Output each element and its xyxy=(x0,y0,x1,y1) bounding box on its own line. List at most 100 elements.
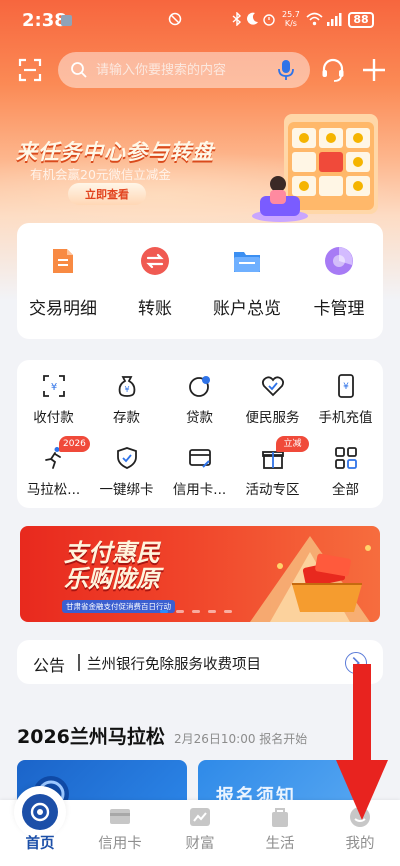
notice-bar[interactable]: 公告 兰州银行免除服务收费项目 xyxy=(17,640,383,684)
svg-text:¥: ¥ xyxy=(51,382,57,393)
quick-actions-card: 交易明细 转账 账户总览 卡管理 xyxy=(17,223,383,339)
service-label: 一键绑卡 xyxy=(99,482,154,498)
life-icon xyxy=(272,808,288,827)
bank-logo-icon xyxy=(22,794,58,830)
battery-indicator: 88 xyxy=(348,12,374,28)
receive-pay-icon: ¥ xyxy=(43,375,65,397)
service-convenience[interactable]: 便民服务 xyxy=(236,362,309,428)
speed-unit: K/s xyxy=(284,19,297,28)
service-label: 活动专区 xyxy=(245,482,300,498)
tab-wealth[interactable]: 财富 xyxy=(160,800,240,866)
bind-card-icon xyxy=(117,447,137,469)
wealth-icon xyxy=(190,808,210,826)
ad-subtitle: 甘肃省金融支付促消费百日行动 xyxy=(62,600,175,613)
promo-subtitle: 有机会赢20元微信立减金 xyxy=(30,167,171,182)
service-label: 收付款 xyxy=(33,410,74,426)
service-label: 手机充值 xyxy=(318,410,373,426)
gallery-icon xyxy=(61,15,72,26)
promo-view-button[interactable]: 立即查看 xyxy=(68,183,146,205)
service-loan[interactable]: 贷款 xyxy=(163,362,236,428)
tab-home[interactable]: 首页 xyxy=(0,786,80,866)
scan-icon[interactable] xyxy=(18,58,42,82)
quick-action-label: 账户总览 xyxy=(213,299,281,319)
tab-label: 财富 xyxy=(185,836,215,852)
all-apps-icon xyxy=(335,447,357,469)
carousel-dot xyxy=(176,610,185,613)
tab-label: 我的 xyxy=(345,836,375,852)
ad-title-line1: 支付惠民 xyxy=(64,539,160,567)
quick-action-label: 转账 xyxy=(138,299,172,319)
home-icon xyxy=(30,802,50,822)
convenience-service-icon xyxy=(261,376,285,397)
notice-divider xyxy=(78,654,80,671)
service-marathon[interactable]: 2026 马拉松... xyxy=(17,434,90,500)
red-arrow-annotation xyxy=(336,664,388,820)
service-receive-pay[interactable]: ¥ 收付款 xyxy=(17,362,90,428)
deposit-icon: ¥ xyxy=(118,376,136,397)
notice-tag: 公告 xyxy=(33,656,66,675)
shopping-basket-illustration xyxy=(250,536,371,622)
microphone-icon[interactable] xyxy=(276,59,296,81)
credit-card-icon xyxy=(189,449,211,468)
lucky-wheel-illustration[interactable] xyxy=(252,112,382,224)
svg-text:¥: ¥ xyxy=(343,382,349,392)
services-card: ¥ 收付款 ¥ 存款 贷款 便民服务 ¥ 手机充值 2026 马拉松... 一键… xyxy=(17,360,383,508)
payment-promo-banner[interactable]: 支付惠民 乐购陇原 甘肃省金融支付促消费百日行动 xyxy=(20,526,380,622)
quick-action-label: 卡管理 xyxy=(313,299,365,319)
carousel-dot xyxy=(224,610,233,613)
wifi-icon xyxy=(306,12,323,26)
service-bind-card[interactable]: 一键绑卡 xyxy=(90,434,163,500)
ad-title-line2: 乐购陇原 xyxy=(64,565,160,593)
service-label: 存款 xyxy=(113,410,140,426)
service-label: 全部 xyxy=(332,482,359,498)
tab-credit-card[interactable]: 信用卡 xyxy=(80,800,160,866)
signal-icon xyxy=(327,13,342,26)
service-all[interactable]: 全部 xyxy=(309,434,382,500)
loan-icon xyxy=(189,376,210,397)
dnd-icon xyxy=(168,12,182,26)
status-bar: 2:38 25.7 K/s 88 xyxy=(0,0,400,42)
transaction-detail-icon xyxy=(53,249,73,273)
tab-label: 生活 xyxy=(265,836,295,852)
search-icon xyxy=(71,62,87,78)
tab-label: 首页 xyxy=(25,836,55,852)
credit-card-tab-icon xyxy=(110,809,130,824)
notice-text: 兰州银行免除服务收费项目 xyxy=(87,657,261,673)
account-overview-icon xyxy=(234,252,260,272)
mobile-recharge-icon: ¥ xyxy=(338,374,354,398)
service-deposit[interactable]: ¥ 存款 xyxy=(90,362,163,428)
promo-title: 来任务中心参与转盘 xyxy=(16,140,214,164)
service-activity-zone[interactable]: 立减金 活动专区 xyxy=(236,434,309,500)
quick-action-card-management[interactable]: 卡管理 xyxy=(293,223,385,339)
marathon-badge: 2026 xyxy=(59,436,90,452)
card-management-icon xyxy=(325,247,353,275)
alarm-icon xyxy=(263,14,275,26)
tab-label: 信用卡 xyxy=(98,836,142,852)
search-input[interactable] xyxy=(96,52,266,88)
carousel-dot-active xyxy=(160,610,168,613)
carousel-dot xyxy=(192,610,201,613)
quick-action-label: 交易明细 xyxy=(29,299,97,319)
marathon-registration-date: 2月26日10:00 报名开始 xyxy=(174,732,308,746)
service-label: 马拉松... xyxy=(26,482,81,498)
service-credit-card[interactable]: 信用卡... xyxy=(163,434,236,500)
marathon-section-title: 2026兰州马拉松 xyxy=(17,726,165,748)
quick-action-transfer[interactable]: 转账 xyxy=(109,223,201,339)
svg-text:¥: ¥ xyxy=(124,385,129,394)
tab-life[interactable]: 生活 xyxy=(240,800,320,866)
customer-service-icon[interactable] xyxy=(320,57,346,83)
network-speed: 25.7 K/s xyxy=(282,10,300,28)
service-label: 贷款 xyxy=(186,410,213,426)
quick-action-account-overview[interactable]: 账户总览 xyxy=(201,223,293,339)
speed-value: 25.7 xyxy=(282,10,300,19)
carousel-dot xyxy=(208,610,217,613)
search-bar[interactable] xyxy=(58,52,310,88)
carousel-indicator xyxy=(160,610,250,616)
service-label: 信用卡... xyxy=(172,482,227,498)
activity-badge: 立减金 xyxy=(276,436,309,465)
ad-title: 支付惠民 乐购陇原 xyxy=(64,540,160,592)
add-icon[interactable] xyxy=(360,56,388,84)
moon-icon xyxy=(247,12,258,25)
service-mobile-recharge[interactable]: ¥ 手机充值 xyxy=(309,362,382,428)
quick-action-transaction-detail[interactable]: 交易明细 xyxy=(17,223,109,339)
